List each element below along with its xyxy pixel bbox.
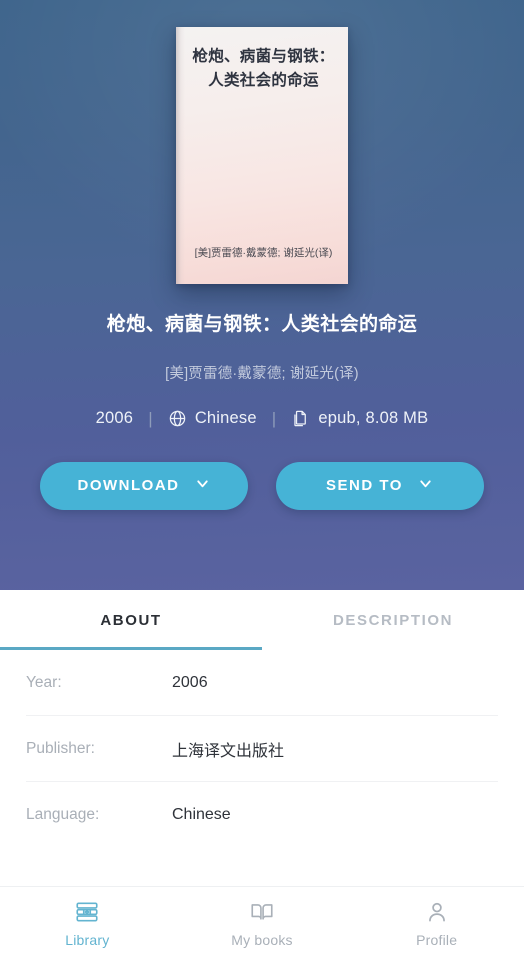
document-icon [291,409,310,428]
metadata-file-label: epub, 8.08 MB [318,409,429,428]
cover-title-text: 枪炮、病菌与钢铁：人类社会的命运 [192,48,335,90]
globe-icon [168,409,187,428]
book-cover-image[interactable]: 枪炮、病菌与钢铁：人类社会的命运 [美]贾雷德·戴蒙德; 谢延光(译) [176,27,348,284]
detail-label: Publisher: [26,739,95,757]
tab-description[interactable]: DESCRIPTION [262,590,524,650]
metadata-language-label: Chinese [194,409,257,428]
metadata-separator-1: | [148,408,153,428]
nav-item-label: My books [231,932,293,948]
detail-value: 2006 [172,673,208,691]
nav-item-profile[interactable]: Profile [349,887,524,960]
book-cover-container: 枪炮、病菌与钢铁：人类社会的命运 [美]贾雷德·戴蒙德; 谢延光(译) [176,27,348,284]
detail-label: Language: [26,806,100,823]
book-details-list: Year: 2006 Publisher: 上海译文出版社 Language: … [0,650,524,886]
books-stack-icon [74,899,100,925]
book-hero-section: 枪炮、病菌与钢铁：人类社会的命运 [美]贾雷德·戴蒙德; 谢延光(译) 枪炮、病… [0,0,524,590]
send-to-button-label: SEND TO [326,477,403,495]
download-button-label: DOWNLOAD [77,477,180,495]
person-icon [424,899,450,925]
metadata-year: 2006 [95,409,134,428]
tab-about[interactable]: ABOUT [0,590,262,650]
detail-row-publisher: Publisher: 上海译文出版社 [26,716,498,782]
book-author: [美]贾雷德·戴蒙德; 谢延光(译) [165,365,359,382]
bottom-navigation-bar: Library My books Profile [0,886,524,960]
book-spine-decoration [176,27,185,284]
metadata-file: epub, 8.08 MB [291,409,428,428]
detail-label: Year: [26,673,62,691]
detail-value: Chinese [172,806,231,823]
open-book-icon [249,899,275,925]
page-title: 枪炮、病菌与钢铁：人类社会的命运 [106,314,418,335]
cover-author-text: [美]贾雷德·戴蒙德; 谢延光(译) [194,247,333,260]
content-tabs: ABOUT DESCRIPTION [0,590,524,650]
nav-item-label: Library [65,932,110,948]
detail-row-language: Language: Chinese [26,782,498,848]
nav-item-library[interactable]: Library [0,887,175,960]
nav-item-my-books[interactable]: My books [175,887,350,960]
action-buttons-row: DOWNLOAD SEND TO [40,461,484,510]
detail-value: 上海译文出版社 [172,742,285,760]
chevron-down-icon [194,475,211,496]
book-detail-screen: 枪炮、病菌与钢铁：人类社会的命运 [美]贾雷德·戴蒙德; 谢延光(译) 枪炮、病… [0,0,524,960]
download-button[interactable]: DOWNLOAD [40,461,248,510]
metadata-language: Chinese [168,409,257,428]
send-to-button[interactable]: SEND TO [276,461,484,510]
book-metadata-row: 2006 | Chinese | epub, 8.08 MB [96,409,429,429]
metadata-separator-2: | [271,408,277,428]
active-tab-indicator [0,647,262,650]
chevron-down-icon [417,475,434,496]
nav-item-label: Profile [416,932,458,948]
detail-row-year: Year: 2006 [26,650,498,716]
